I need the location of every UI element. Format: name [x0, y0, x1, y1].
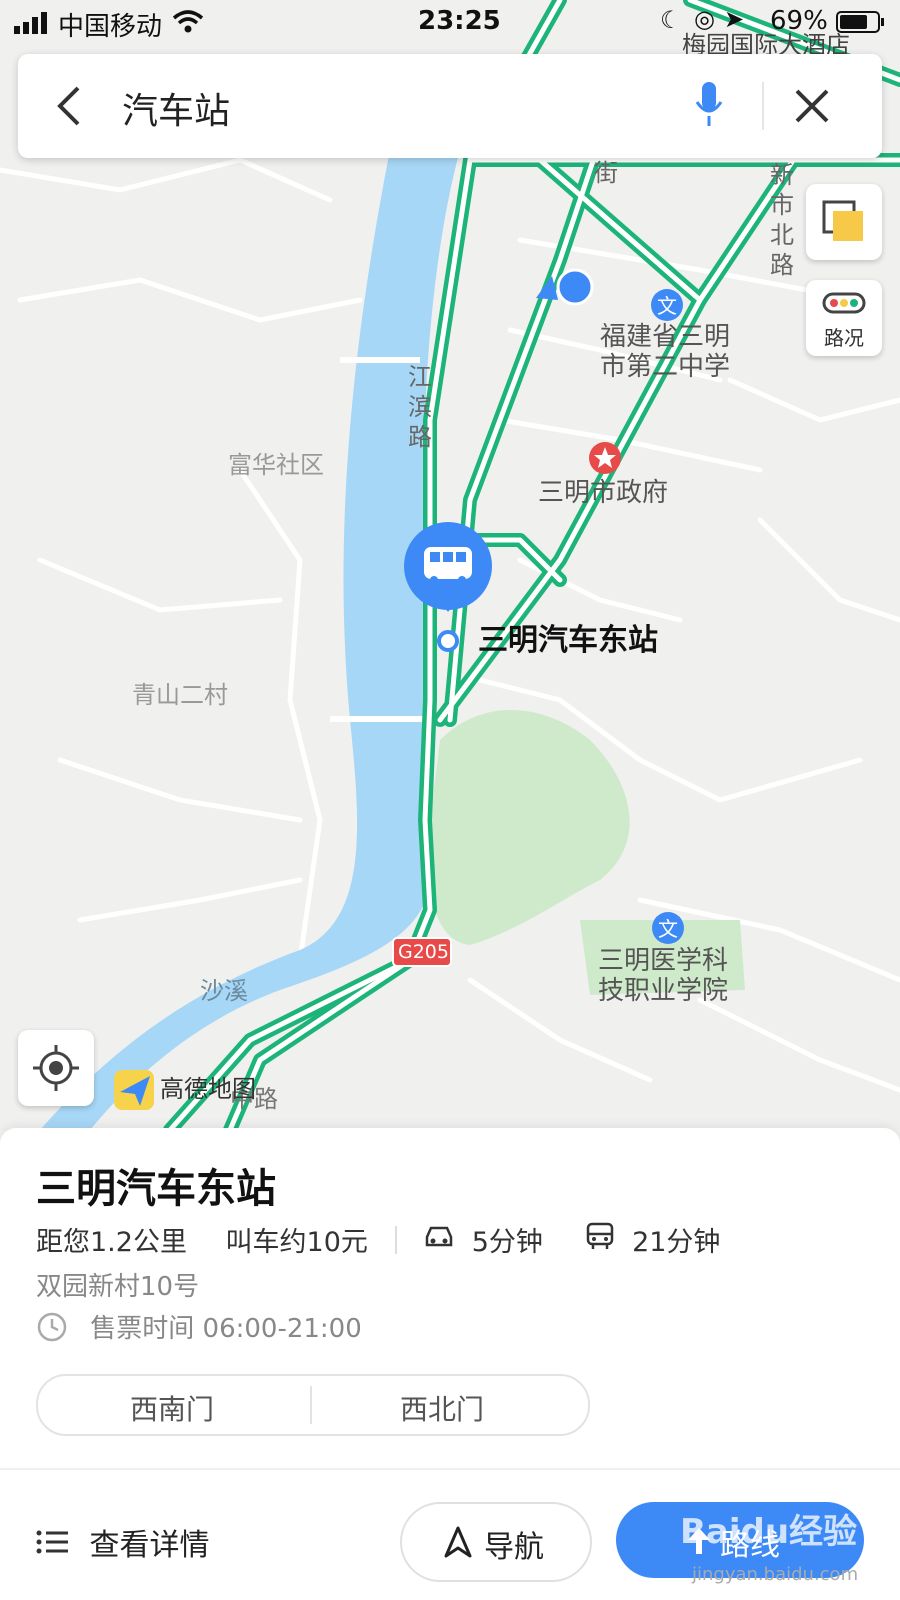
bus-time[interactable]: 21分钟 [632, 1220, 720, 1259]
orientation-lock-icon: ◎ [694, 5, 715, 33]
place-address: 双园新村10号 [36, 1272, 200, 1302]
battery-icon [836, 11, 884, 33]
microphone-icon[interactable] [694, 80, 724, 130]
gate-divider [310, 1386, 312, 1424]
place-title: 三明汽车东站 [36, 1166, 276, 1212]
college-label[interactable]: 三明医学科 技职业学院 [598, 946, 728, 1006]
watermark-url: jingyan.baidu.com [692, 1564, 859, 1585]
summary-divider [394, 1225, 397, 1254]
gate-northwest[interactable]: 西北门 [400, 1388, 484, 1428]
location-arrow-icon: ➤ [724, 5, 745, 33]
hours-text: 售票时间 06:00-21:00 [90, 1314, 362, 1344]
back-icon[interactable] [54, 84, 84, 128]
view-details-label: 查看详情 [89, 1528, 210, 1563]
wifi-icon [172, 10, 204, 33]
road-label-xinshi: 新市北路 [770, 161, 794, 279]
battery-percent: 69% [770, 6, 828, 36]
drive-time[interactable]: 5分钟 [472, 1220, 543, 1259]
svg-text:文: 文 [658, 917, 678, 941]
highway-label: G205 [398, 941, 449, 963]
status-bar: 中国移动 23:25 ☾ ◎ ➤ 69% [0, 0, 900, 44]
clock-icon [37, 1312, 67, 1341]
place-detail-sheet: 三明汽车东站 距您1.2公里 叫车约10元 5分钟 21分钟 双园新村10号 售… [0, 1128, 900, 1600]
sheet-divider [0, 1468, 900, 1470]
search-bar[interactable]: 汽车站 [18, 54, 882, 158]
bus-icon [585, 1222, 615, 1257]
view-details-button[interactable]: 查看详情 [36, 1520, 210, 1564]
road-label-street: 街 [594, 159, 618, 187]
watermark-text: Baidu经验 [680, 1512, 858, 1552]
navigate-button[interactable]: 导航 [400, 1502, 592, 1582]
taxi-fare[interactable]: 叫车约10元 [226, 1220, 368, 1259]
map-view[interactable]: 文 文 梅园国际大酒店 福建省三明 市第二中学 三明市政府 三明汽车东站 三明医… [0, 0, 900, 1130]
school-label[interactable]: 福建省三明 市第二中学 [600, 322, 730, 382]
search-divider [762, 82, 764, 130]
signal-icon [14, 12, 47, 34]
traffic-button[interactable]: 路况 [806, 280, 882, 356]
navigate-label: 导航 [484, 1530, 544, 1565]
area-label-qingshan: 青山二村 [132, 681, 228, 709]
layers-icon [822, 200, 863, 241]
traffic-light-icon [822, 292, 866, 314]
svg-text:文: 文 [657, 294, 677, 318]
opening-hours: 售票时间 06:00-21:00 [36, 1308, 362, 1345]
area-label-fuhua: 富华社区 [228, 451, 324, 479]
navigation-arrow-icon [444, 1526, 472, 1558]
car-icon [423, 1223, 455, 1256]
search-query[interactable]: 汽车站 [122, 82, 230, 134]
carrier-name: 中国移动 [58, 12, 163, 42]
layers-button[interactable] [806, 184, 882, 260]
traffic-label: 路况 [824, 326, 864, 350]
road-label-jiangbin: 江滨路 [408, 363, 432, 451]
place-summary-row: 距您1.2公里 叫车约10元 5分钟 21分钟 [36, 1220, 720, 1259]
gate-southwest[interactable]: 西南门 [130, 1388, 214, 1428]
gate-selector: 西南门 西北门 [36, 1374, 590, 1436]
park-area [428, 710, 630, 945]
map-canvas: 文 文 [0, 0, 900, 1130]
close-icon[interactable] [794, 88, 830, 124]
locate-icon [33, 1045, 79, 1091]
distance-text: 距您1.2公里 [36, 1227, 187, 1258]
locate-me-button[interactable] [18, 1030, 94, 1106]
river-label: 沙溪 [200, 977, 248, 1005]
my-location-dot [556, 268, 594, 306]
list-icon [36, 1530, 68, 1554]
clock: 23:25 [418, 6, 501, 36]
gaode-brand: 高德地图 [160, 1075, 256, 1103]
moon-icon: ☾ [660, 6, 682, 34]
river-shaxi [40, 150, 460, 1130]
government-label[interactable]: 三明市政府 [538, 478, 668, 508]
station-label[interactable]: 三明汽车东站 [478, 626, 658, 656]
